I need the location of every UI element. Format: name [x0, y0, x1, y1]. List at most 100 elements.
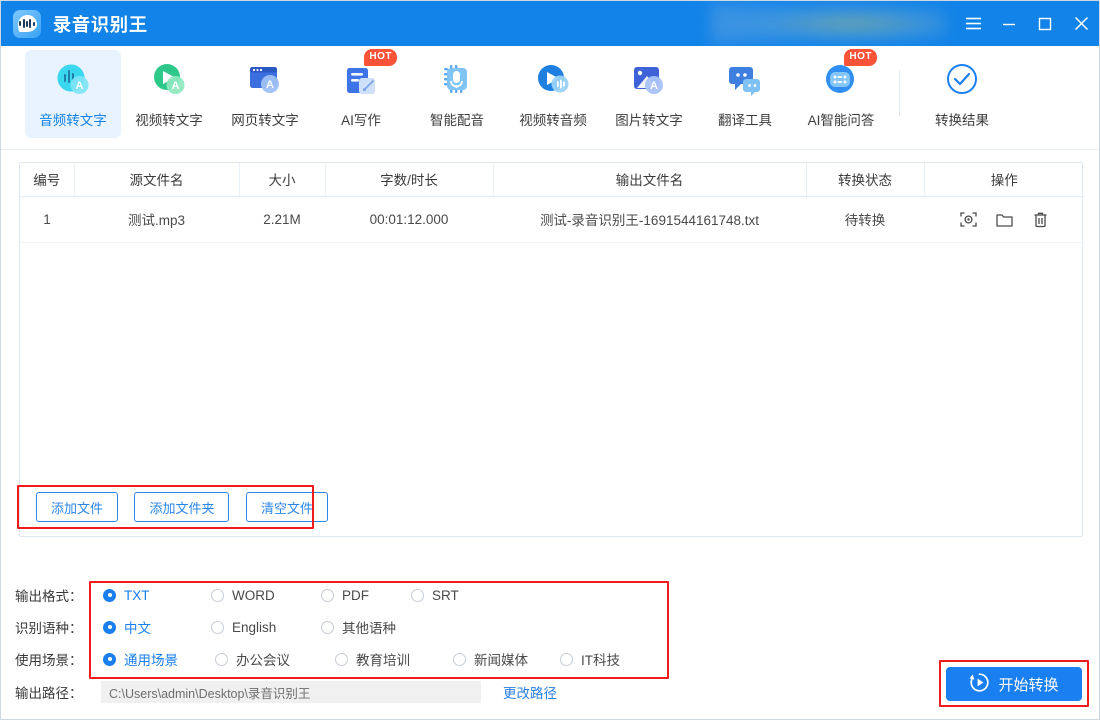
column-header-actions: 操作 — [924, 163, 1084, 196]
cell-index: 1 — [20, 196, 74, 242]
feature-toolbar: A 音频转文字 A 视频转文字 — [1, 46, 1099, 150]
scene-option-it-tech[interactable]: IT科技 — [560, 649, 620, 669]
start-conversion-button[interactable]: 开始转换 — [946, 667, 1082, 701]
video-to-text-icon: A — [148, 59, 190, 101]
smart-dubbing-icon — [436, 59, 478, 101]
column-header-index: 编号 — [20, 163, 74, 196]
start-conversion-label: 开始转换 — [998, 674, 1058, 695]
clear-files-button[interactable]: 清空文件 — [246, 492, 328, 522]
image-to-text-icon: A — [628, 59, 670, 101]
option-label: SRT — [432, 588, 459, 603]
format-option-word[interactable]: WORD — [211, 588, 321, 603]
usage-scene-label: 使用场景： — [15, 649, 91, 669]
format-option-txt[interactable]: TXT — [103, 588, 211, 603]
tab-ai-qa[interactable]: HOT AI智能问答 — [793, 50, 889, 138]
window-controls — [955, 1, 1099, 46]
output-path-label: 输出路径： — [15, 682, 91, 702]
option-label: 教育培训 — [356, 649, 410, 669]
scene-option-office-meeting[interactable]: 办公会议 — [215, 649, 335, 669]
tab-label: 图片转文字 — [615, 109, 683, 129]
option-label: 新闻媒体 — [474, 649, 528, 669]
format-option-pdf[interactable]: PDF — [321, 588, 411, 603]
tab-image-to-text[interactable]: A 图片转文字 — [601, 50, 697, 138]
tab-video-to-audio[interactable]: 视频转音频 — [505, 50, 601, 138]
option-label: PDF — [342, 588, 369, 603]
hamburger-icon[interactable] — [955, 1, 991, 46]
add-file-button[interactable]: 添加文件 — [36, 492, 118, 522]
column-header-status: 转换状态 — [806, 163, 924, 196]
column-header-size: 大小 — [239, 163, 325, 196]
table-header-row: 编号 源文件名 大小 字数/时长 输出文件名 转换状态 操作 — [20, 163, 1084, 196]
close-icon[interactable] — [1063, 1, 1099, 46]
open-folder-icon[interactable] — [993, 208, 1015, 230]
tab-audio-to-text[interactable]: A 音频转文字 — [25, 50, 121, 138]
cell-actions — [924, 196, 1084, 242]
column-header-source-name: 源文件名 — [74, 163, 239, 196]
option-label: TXT — [124, 588, 150, 603]
svg-text:A: A — [650, 80, 658, 92]
language-option-english[interactable]: English — [211, 620, 321, 635]
scene-option-education[interactable]: 教育培训 — [335, 649, 453, 669]
output-format-row: 输出格式： TXT WORD PDF SRT — [1, 579, 1100, 611]
preview-icon[interactable] — [957, 208, 979, 230]
tab-conversion-results[interactable]: 转换结果 — [914, 50, 1010, 138]
file-list-panel: 编号 源文件名 大小 字数/时长 输出文件名 转换状态 操作 1 测试.mp3 … — [19, 162, 1083, 537]
language-option-chinese[interactable]: 中文 — [103, 617, 211, 637]
tab-video-to-text[interactable]: A 视频转文字 — [121, 50, 217, 138]
radio-icon — [103, 621, 116, 634]
format-option-srt[interactable]: SRT — [411, 588, 459, 603]
application-window: 录音识别王 — [0, 0, 1100, 720]
tab-label: 音频转文字 — [39, 109, 107, 129]
ai-qa-icon — [820, 59, 862, 101]
tab-label: 智能配音 — [430, 109, 484, 129]
option-label: IT科技 — [581, 649, 620, 669]
radio-icon — [335, 653, 348, 666]
radio-icon — [411, 589, 424, 602]
delete-icon[interactable] — [1029, 208, 1051, 230]
radio-icon — [103, 653, 116, 666]
output-format-label: 输出格式： — [15, 585, 91, 605]
option-label: WORD — [232, 588, 275, 603]
svg-text:A: A — [76, 80, 84, 92]
svg-text:A: A — [266, 79, 274, 91]
app-logo-icon — [13, 10, 41, 38]
language-option-other[interactable]: 其他语种 — [321, 617, 396, 637]
play-circle-icon — [969, 672, 990, 697]
scene-option-general[interactable]: 通用场景 — [103, 649, 215, 669]
tab-ai-writing[interactable]: HOT AI写作 — [313, 50, 409, 138]
option-label: 其他语种 — [342, 617, 396, 637]
option-label: English — [232, 620, 276, 635]
file-table: 编号 源文件名 大小 字数/时长 输出文件名 转换状态 操作 1 测试.mp3 … — [20, 163, 1084, 243]
minimize-icon[interactable] — [991, 1, 1027, 46]
recognition-language-row: 识别语种： 中文 English 其他语种 — [1, 611, 1100, 643]
output-path-row: 输出路径： 更改路径 — [1, 675, 1100, 709]
radio-icon — [321, 589, 334, 602]
option-label: 通用场景 — [124, 649, 178, 669]
tab-translate-tool[interactable]: 翻译工具 — [697, 50, 793, 138]
change-path-link[interactable]: 更改路径 — [503, 682, 557, 702]
cell-source-name: 测试.mp3 — [74, 196, 239, 242]
output-path-input[interactable] — [101, 681, 481, 703]
radio-icon — [321, 621, 334, 634]
cell-output-name: 测试-录音识别王-1691544161748.txt — [493, 196, 806, 242]
title-bar: 录音识别王 — [1, 1, 1099, 46]
table-row[interactable]: 1 测试.mp3 2.21M 00:01:12.000 测试-录音识别王-169… — [20, 196, 1084, 242]
settings-area: 输出格式： TXT WORD PDF SRT — [1, 579, 1100, 709]
file-action-buttons: 添加文件 添加文件夹 清空文件 — [20, 480, 1082, 536]
radio-icon — [211, 621, 224, 634]
scene-option-news-media[interactable]: 新闻媒体 — [453, 649, 560, 669]
tab-label: AI写作 — [341, 109, 381, 129]
webpage-to-text-icon: A — [244, 59, 286, 101]
tab-webpage-to-text[interactable]: A 网页转文字 — [217, 50, 313, 138]
add-folder-button[interactable]: 添加文件夹 — [134, 492, 229, 522]
video-to-audio-icon — [532, 59, 574, 101]
maximize-icon[interactable] — [1027, 1, 1063, 46]
translate-icon — [724, 59, 766, 101]
audio-to-text-icon: A — [52, 59, 94, 101]
tab-label: AI智能问答 — [808, 109, 875, 129]
tab-smart-dubbing[interactable]: 智能配音 — [409, 50, 505, 138]
app-title: 录音识别王 — [53, 11, 148, 37]
cell-size: 2.21M — [239, 196, 325, 242]
option-label: 办公会议 — [236, 649, 290, 669]
radio-icon — [103, 589, 116, 602]
